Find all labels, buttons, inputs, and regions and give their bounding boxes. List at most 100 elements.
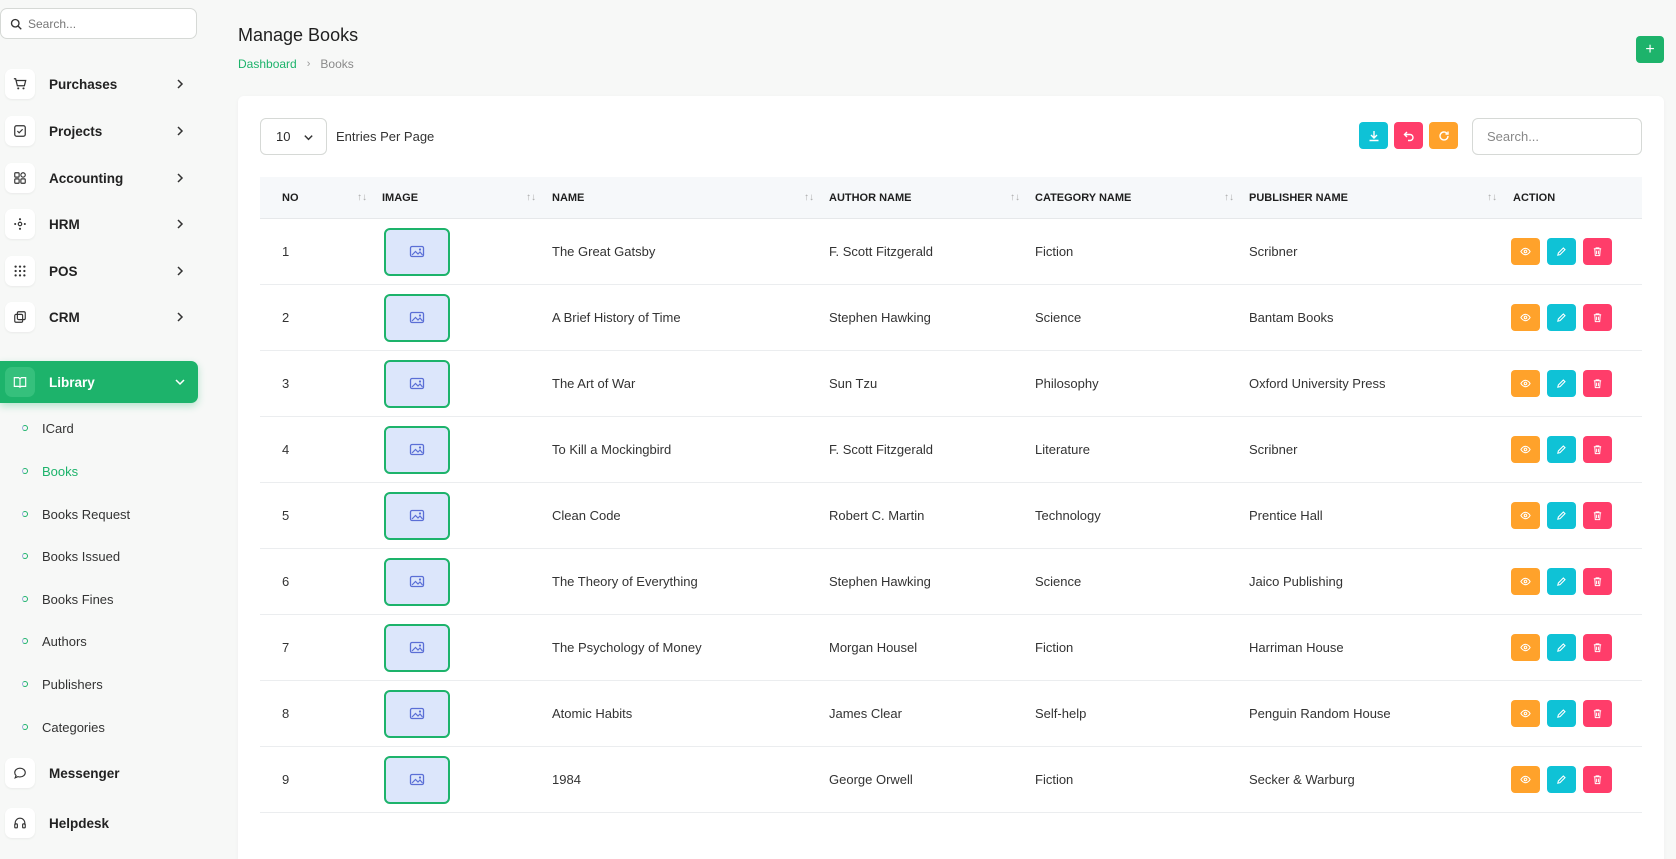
view-button[interactable] [1511, 568, 1540, 595]
edit-button[interactable] [1547, 502, 1576, 529]
book-image[interactable] [384, 558, 450, 606]
book-image[interactable] [384, 426, 450, 474]
column-author-name[interactable]: AUTHOR NAME [829, 192, 912, 204]
sidebar-item-projects[interactable]: Projects [0, 110, 198, 152]
sidebar-subitem-books-request[interactable]: Books Request [22, 504, 130, 524]
delete-button[interactable] [1583, 766, 1612, 793]
sidebar-item-messenger[interactable]: Messenger [0, 752, 198, 794]
sort-icon[interactable]: ↑↓ [1224, 192, 1234, 203]
edit-button[interactable] [1547, 634, 1576, 661]
column-publisher-name[interactable]: PUBLISHER NAME [1249, 192, 1348, 204]
cell-name: The Great Gatsby [552, 244, 656, 259]
breadcrumb-dashboard-link[interactable]: Dashboard [238, 57, 297, 71]
table-row: 3 The Art of War Sun Tzu Philosophy Oxford U… [260, 351, 1642, 417]
cell-author: F. Scott Fitzgerald [829, 244, 934, 259]
search-icon [10, 18, 22, 30]
column-name[interactable]: NAME [552, 192, 584, 204]
edit-button[interactable] [1547, 700, 1576, 727]
sort-icon[interactable]: ↑↓ [526, 192, 536, 203]
pencil-icon [1557, 511, 1566, 520]
sidebar-search[interactable] [0, 8, 197, 39]
cell-category: Fiction [1035, 772, 1074, 787]
chat-icon [14, 767, 26, 779]
delete-button[interactable] [1583, 238, 1612, 265]
delete-button[interactable] [1583, 700, 1612, 727]
sidebar-item-crm[interactable]: CRM [0, 296, 198, 338]
sidebar-subitem-authors[interactable]: Authors [22, 631, 87, 651]
eye-icon [1520, 643, 1531, 652]
sidebar-item-purchases[interactable]: Purchases [0, 63, 198, 105]
book-image[interactable] [384, 492, 450, 540]
download-button[interactable] [1359, 122, 1388, 149]
delete-button[interactable] [1583, 502, 1612, 529]
table-search-input[interactable] [1472, 118, 1642, 155]
edit-button[interactable] [1547, 766, 1576, 793]
delete-button[interactable] [1583, 634, 1612, 661]
entries-value: 10 [276, 129, 291, 144]
pencil-icon [1557, 379, 1566, 388]
book-image[interactable] [384, 756, 450, 804]
breadcrumb-current: Books [320, 57, 354, 71]
book-image[interactable] [384, 294, 450, 342]
cell-name: The Psychology of Money [552, 640, 702, 655]
cell-name: The Art of War [552, 376, 636, 391]
undo-button[interactable] [1394, 122, 1423, 149]
sidebar-item-label: POS [49, 263, 78, 279]
view-button[interactable] [1511, 766, 1540, 793]
sort-icon[interactable]: ↑↓ [1010, 192, 1020, 203]
book-image[interactable] [384, 360, 450, 408]
sidebar-search-input[interactable] [28, 16, 188, 31]
bullet-icon [22, 553, 28, 559]
sort-icon[interactable]: ↑↓ [357, 192, 367, 203]
refresh-button[interactable] [1429, 122, 1458, 149]
cell-publisher: Oxford University Press [1249, 376, 1386, 391]
column-category-name[interactable]: CATEGORY NAME [1035, 192, 1131, 204]
sort-icon[interactable]: ↑↓ [1487, 192, 1497, 203]
sidebar-item-hrm[interactable]: HRM [0, 203, 198, 245]
sidebar-subitem-books-fines[interactable]: Books Fines [22, 589, 114, 609]
book-image[interactable] [384, 624, 450, 672]
edit-button[interactable] [1547, 436, 1576, 463]
edit-button[interactable] [1547, 304, 1576, 331]
entries-per-page-select[interactable]: 10 [260, 118, 327, 155]
delete-button[interactable] [1583, 370, 1612, 397]
sidebar-item-accounting[interactable]: Accounting [0, 157, 198, 199]
sidebar-subitem-books-issued[interactable]: Books Issued [22, 546, 120, 566]
edit-button[interactable] [1547, 238, 1576, 265]
edit-button[interactable] [1547, 370, 1576, 397]
chevron-right-icon [177, 126, 184, 136]
view-button[interactable] [1511, 238, 1540, 265]
delete-button[interactable] [1583, 304, 1612, 331]
book-image[interactable] [384, 228, 450, 276]
view-button[interactable] [1511, 700, 1540, 727]
image-placeholder-icon [409, 707, 425, 720]
view-button[interactable] [1511, 502, 1540, 529]
image-placeholder-icon [409, 245, 425, 258]
trash-icon [1593, 511, 1602, 521]
bullet-icon [22, 724, 28, 730]
cell-author: Sun Tzu [829, 376, 878, 391]
sidebar-item-helpdesk[interactable]: Helpdesk [0, 802, 198, 844]
cell-publisher: Jaico Publishing [1249, 574, 1343, 589]
sidebar-subitem-books[interactable]: Books [22, 461, 78, 481]
view-button[interactable] [1511, 304, 1540, 331]
column-no[interactable]: NO [282, 192, 299, 204]
view-button[interactable] [1511, 370, 1540, 397]
add-book-button[interactable]: + [1636, 36, 1664, 63]
pencil-icon [1557, 709, 1566, 718]
eye-icon [1520, 379, 1531, 388]
delete-button[interactable] [1583, 568, 1612, 595]
sidebar-item-pos[interactable]: POS [0, 250, 198, 292]
delete-button[interactable] [1583, 436, 1612, 463]
sidebar-subitem-icard[interactable]: ICard [22, 418, 74, 438]
edit-button[interactable] [1547, 568, 1576, 595]
sidebar-subitem-publishers[interactable]: Publishers [22, 674, 103, 694]
column-image[interactable]: IMAGE [382, 192, 418, 204]
view-button[interactable] [1511, 436, 1540, 463]
cell-no: 2 [282, 310, 290, 325]
sort-icon[interactable]: ↑↓ [804, 192, 814, 203]
view-button[interactable] [1511, 634, 1540, 661]
sidebar-item-library[interactable]: Library [0, 361, 198, 403]
sidebar-subitem-categories[interactable]: Categories [22, 717, 105, 737]
book-image[interactable] [384, 690, 450, 738]
